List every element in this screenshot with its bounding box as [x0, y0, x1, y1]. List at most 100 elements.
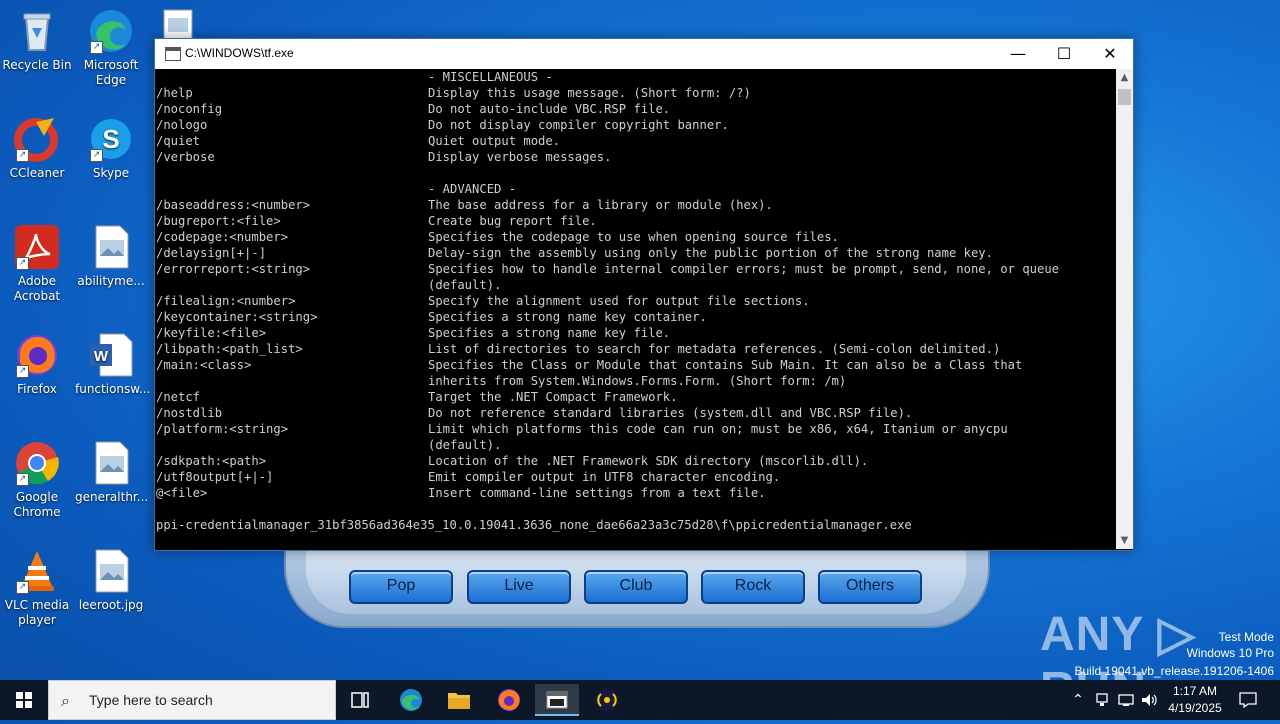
- console-line: - ADVANCED -: [155, 181, 1115, 197]
- firefox-taskbar-icon[interactable]: [487, 684, 531, 716]
- word-document-icon: W: [88, 332, 134, 378]
- console-description: (default).: [428, 278, 502, 292]
- maximize-button[interactable]: ☐: [1041, 39, 1087, 69]
- genre-button-rock[interactable]: Rock: [701, 570, 805, 604]
- console-description: Display this usage message. (Short form:…: [428, 86, 751, 100]
- icon-label: Firefox: [17, 382, 57, 396]
- icon-label: Google Chrome: [13, 490, 61, 519]
- console-line: /baseaddress:<number> The base address fo…: [155, 197, 1115, 213]
- console-option: /keyfile:<file>: [156, 326, 267, 340]
- scroll-up-icon[interactable]: ▲: [1116, 69, 1133, 86]
- console-line: /platform:<string> Limit which platforms …: [155, 421, 1115, 437]
- console-line: /libpath:<path_list> List of directories …: [155, 341, 1115, 357]
- taskbar-search-box[interactable]: ⌕ Type here to search: [48, 680, 336, 720]
- console-line: /main:<class> Specifies the Class or Modu…: [155, 357, 1115, 373]
- console-line: /verbose Display verbose messages.: [155, 149, 1115, 165]
- console-line: /nostdlib Do not reference standard libra…: [155, 405, 1115, 421]
- console-description: Specifies a strong name key container.: [428, 310, 707, 324]
- close-button[interactable]: ✕: [1087, 39, 1133, 69]
- shortcut-arrow-icon: ↗: [16, 581, 29, 594]
- shortcut-arrow-icon: ↗: [16, 149, 29, 162]
- skype-icon: S ↗: [88, 116, 134, 162]
- taskbar: ⌕ Type here to search ⌃ 1:17 AM 4/19/202…: [0, 680, 1280, 720]
- console-option: /bugreport:<file>: [156, 214, 281, 228]
- desktop-icon-ccleaner[interactable]: ↗ CCleaner: [1, 116, 73, 181]
- image-file-icon: [88, 224, 134, 270]
- svg-text:S: S: [102, 124, 119, 154]
- console-line: /help Display this usage message. (Short …: [155, 85, 1115, 101]
- shortcut-arrow-icon: ↗: [90, 149, 103, 162]
- scroll-down-icon[interactable]: ▼: [1116, 532, 1133, 549]
- title-bar[interactable]: C:\WINDOWS\tf.exe — ☐ ✕: [155, 39, 1133, 69]
- notifications-icon[interactable]: [1234, 680, 1262, 720]
- console-line: inherits from System.Windows.Forms.Form.…: [155, 373, 1115, 389]
- start-button[interactable]: [0, 680, 48, 720]
- desktop-icon-recycle-bin[interactable]: Recycle Bin: [1, 8, 73, 73]
- desktop-icon-firefox[interactable]: ↗ Firefox: [1, 332, 73, 397]
- console-app-icon: [165, 47, 181, 61]
- console-line: /sdkpath:<path> Location of the .NET Fram…: [155, 453, 1115, 469]
- shortcut-arrow-icon: ↗: [16, 473, 29, 486]
- file-explorer-icon[interactable]: [437, 684, 481, 716]
- window-title: C:\WINDOWS\tf.exe: [185, 46, 294, 60]
- shortcut-arrow-icon: ↗: [16, 365, 29, 378]
- console-option: /nologo: [156, 118, 208, 132]
- console-description: - ADVANCED -: [428, 182, 517, 196]
- ethernet-icon[interactable]: [1116, 680, 1136, 720]
- console-option: /netcf: [156, 390, 201, 404]
- desktop-icon-generalthr[interactable]: generalthr...: [75, 440, 148, 505]
- console-option: /keycontainer:<string>: [156, 310, 318, 324]
- desktop-icon-vlc[interactable]: ↗ VLC media player: [1, 548, 73, 628]
- console-line: - MISCELLANEOUS -: [155, 69, 1115, 85]
- console-description: List of directories to search for metada…: [428, 342, 1001, 356]
- console-description: Limit which platforms this code can run …: [428, 422, 1008, 436]
- scroll-thumb[interactable]: [1118, 89, 1131, 105]
- watermark-line1: Test Mode: [1218, 630, 1274, 644]
- watermark-line2: Windows 10 Pro: [1186, 646, 1274, 660]
- desktop-icon-functionsw[interactable]: W functionsw...: [75, 332, 150, 397]
- console-option: /errorreport:<string>: [156, 262, 311, 276]
- desktop-icon-skype[interactable]: S ↗ Skype: [75, 116, 147, 181]
- console-description: (default).: [428, 438, 502, 452]
- desktop-icon-leeroot[interactable]: leeroot.jpg: [75, 548, 147, 613]
- console-description: Do not display compiler copyright banner…: [428, 118, 729, 132]
- console-description: Specify the alignment used for output fi…: [428, 294, 810, 308]
- console-line: /filealign:<number> Specify the alignment…: [155, 293, 1115, 309]
- console-option: /codepage:<number>: [156, 230, 289, 244]
- radio-player-taskbar-icon[interactable]: [585, 684, 629, 716]
- genre-button-live[interactable]: Live: [467, 570, 571, 604]
- console-description: Location of the .NET Framework SDK direc…: [428, 454, 869, 468]
- console-description: Specifies how to handle internal compile…: [428, 262, 1060, 276]
- console-option: @<file>: [156, 486, 208, 500]
- show-hidden-icons-chevron-icon[interactable]: ⌃: [1068, 680, 1088, 720]
- console-line: /codepage:<number> Specifies the codepage…: [155, 229, 1115, 245]
- console-taskbar-icon[interactable]: [535, 684, 579, 716]
- volume-icon[interactable]: [1140, 680, 1160, 720]
- task-view-icon[interactable]: [338, 684, 382, 716]
- console-output[interactable]: - MISCELLANEOUS - /help Display this usage…: [155, 69, 1115, 549]
- genre-button-others[interactable]: Others: [818, 570, 922, 604]
- network-icon[interactable]: [1092, 680, 1112, 720]
- icon-label: Adobe Acrobat: [13, 274, 61, 303]
- desktop-icon-abilityme[interactable]: abilityme...: [75, 224, 147, 289]
- genre-button-club[interactable]: Club: [584, 570, 688, 604]
- chrome-icon: ↗: [14, 440, 60, 486]
- edge-taskbar-icon[interactable]: [389, 684, 433, 716]
- console-option: /sdkpath:<path>: [156, 454, 267, 468]
- desktop-icon-chrome[interactable]: ↗ Google Chrome: [1, 440, 73, 520]
- search-icon: ⌕: [61, 691, 70, 710]
- console-description: The base address for a library or module…: [428, 198, 773, 212]
- taskbar-clock[interactable]: 1:17 AM 4/19/2025: [1162, 683, 1228, 717]
- acrobat-icon: ↗: [14, 224, 60, 270]
- icon-label: Recycle Bin: [2, 58, 72, 72]
- minimize-button[interactable]: —: [995, 39, 1041, 69]
- genre-button-pop[interactable]: Pop: [349, 570, 453, 604]
- desktop-icon-edge[interactable]: ↗ Microsoft Edge: [75, 8, 147, 88]
- clock-time: 1:17 AM: [1172, 684, 1218, 698]
- console-window[interactable]: C:\WINDOWS\tf.exe — ☐ ✕ - MISCELLANEOUS …: [154, 38, 1134, 551]
- console-option: /verbose: [156, 150, 215, 164]
- console-description: Insert command-line settings from a text…: [428, 486, 766, 500]
- desktop-icon-adobe-acrobat[interactable]: ↗ Adobe Acrobat: [1, 224, 73, 304]
- vertical-scrollbar[interactable]: ▲ ▼: [1116, 69, 1133, 549]
